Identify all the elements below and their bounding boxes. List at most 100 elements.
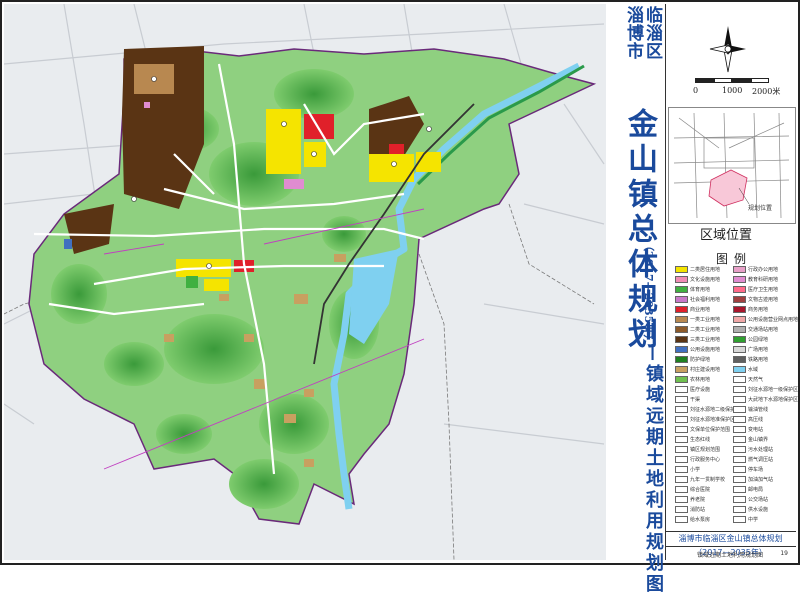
legend-label: 干渠 [690, 396, 701, 403]
legend-label: 给水泵房 [690, 516, 711, 523]
legend-swatch [733, 365, 746, 373]
legend-item: 九年一贯制学校 [675, 475, 725, 483]
legend-item: 停车场 [733, 465, 763, 473]
legend-swatch [675, 485, 688, 493]
legend-swatch [733, 425, 746, 433]
legend-label: 体育用地 [690, 286, 711, 293]
legend-label: 污水处理站 [748, 446, 774, 453]
legend-label: 综合医院 [690, 486, 711, 493]
legend-label: 农林用地 [690, 376, 711, 383]
legend-label: 铁路用地 [748, 356, 769, 363]
legend-item: 公用设施营业网点用地 [733, 315, 798, 323]
legend-label: 一类工业用地 [690, 316, 721, 323]
legend-swatch [733, 455, 746, 463]
legend-item: 小学 [675, 465, 700, 473]
legend-swatch [733, 375, 746, 383]
legend-swatch [675, 505, 688, 513]
legend-swatch [675, 365, 688, 373]
legend-item: 三类工业用地 [675, 335, 720, 343]
north-arrow-icon [709, 26, 746, 73]
legend-label: 文物古迹用地 [748, 296, 779, 303]
pink-marker-block [144, 102, 150, 108]
legend-item: 输油管线 [733, 405, 768, 413]
legend-label: 高压线 [748, 416, 764, 423]
legend-swatch [733, 405, 746, 413]
legend-label: 社会福利用地 [690, 296, 721, 303]
legend-item: 商务用地 [733, 305, 768, 313]
legend-item: 商业用地 [675, 305, 710, 313]
legend-label: 文保单位保护范围 [690, 426, 731, 433]
legend-swatch [675, 375, 688, 383]
legend-item: 一类工业用地 [675, 315, 720, 323]
legend-swatch [733, 515, 746, 523]
legend-label: 行政服务中心 [690, 456, 721, 463]
legend-label: 医疗设施 [690, 386, 711, 393]
legend-swatch [675, 495, 688, 503]
legend-label: 三类工业用地 [690, 336, 721, 343]
legend-item: 文保单位保护范围 [675, 425, 730, 433]
legend-swatch [675, 265, 688, 273]
legend-item: 文化设施用地 [675, 275, 720, 283]
legend-label: 公用设施用地 [690, 346, 721, 353]
legend-label: 商业用地 [690, 306, 711, 313]
legend-label: 行政办公用地 [748, 266, 779, 273]
legend-swatch [733, 385, 746, 393]
footer-drawing-name: 镇域远期土地利用规划图 [697, 552, 764, 559]
legend-item: 医疗卫生用地 [733, 285, 778, 293]
legend-item: 教育科研用地 [733, 275, 778, 283]
legend-swatch [675, 285, 688, 293]
legend-label: 村庄建设用地 [690, 366, 721, 373]
legend-item: 行政办公用地 [733, 265, 778, 273]
legend-swatch [733, 345, 746, 353]
legend-label: 二类工业用地 [690, 326, 721, 333]
region-name-city: 淄博市 [623, 6, 643, 60]
legend-label: 刘征水源地准保护区 [690, 416, 736, 423]
legend-label: 公交场站 [748, 496, 769, 503]
legend-swatch [733, 415, 746, 423]
legend-swatch [675, 355, 688, 363]
legend-item: 刘征水源地准保护区 [675, 415, 735, 423]
legend-item: 供水设施 [733, 505, 768, 513]
legend-item: 刘征水源地二级保护区 [675, 405, 740, 413]
legend-item: 综合医院 [675, 485, 710, 493]
drawing-subtitle: ——镇域远期土地利用规划图 [643, 322, 664, 595]
scale-label-1000: 1000 [722, 86, 743, 95]
legend-label: 小学 [690, 466, 701, 473]
legend-swatch [675, 475, 688, 483]
legend-label: 公用设施营业网点用地 [748, 316, 799, 323]
legend-swatch [675, 305, 688, 313]
legend-item: 交通场站用地 [733, 325, 778, 333]
legend-label: 防护绿地 [690, 356, 711, 363]
legend-swatch [675, 415, 688, 423]
legend-item: 天然气 [733, 375, 763, 383]
legend-item: 养老院 [675, 495, 705, 503]
legend-label: 教育科研用地 [748, 276, 779, 283]
legend-item: 行政服务中心 [675, 455, 720, 463]
map-canvas[interactable] [4, 4, 606, 560]
scale-label-2000: 2000米 [752, 87, 781, 96]
legend-swatch [733, 295, 746, 303]
legend-item: 生态红线 [675, 435, 710, 443]
legend-swatch [733, 275, 746, 283]
legend-label: 九年一贯制学校 [690, 476, 726, 483]
legend-label: 停车场 [748, 466, 764, 473]
legend-item: 村庄建设用地 [675, 365, 720, 373]
legend-label: 供水设施 [748, 506, 769, 513]
legend-swatch [675, 425, 688, 433]
utility-facility-block [64, 239, 72, 249]
legend-label: 广场用地 [748, 346, 769, 353]
legend-item: 污水处理站 [733, 445, 773, 453]
legend-item: 文物古迹用地 [733, 295, 778, 303]
legend-item: 大武地下水源地保护区 [733, 395, 798, 403]
legend-swatch [733, 485, 746, 493]
legend-item: 邮电局 [733, 485, 763, 493]
legend-item: 高压线 [733, 415, 763, 423]
legend-swatch [733, 305, 746, 313]
legend-swatch [733, 465, 746, 473]
scale-bar [695, 78, 769, 83]
legend-label: 生态红线 [690, 436, 711, 443]
legend-label: 公园绿地 [748, 336, 769, 343]
scale-label-0: 0 [693, 86, 699, 95]
legend-label: 水域 [748, 366, 759, 373]
legend-swatch [675, 325, 688, 333]
